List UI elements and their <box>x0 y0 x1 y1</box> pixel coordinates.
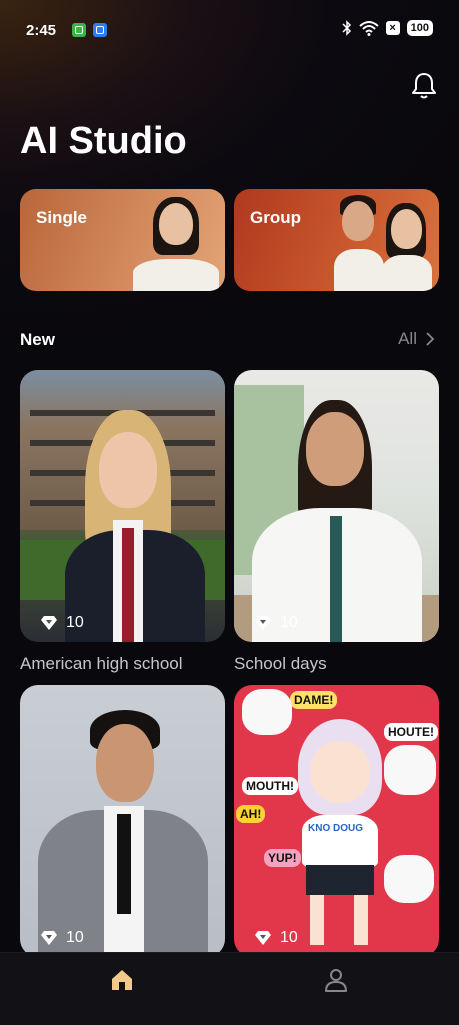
wifi-icon <box>358 21 379 36</box>
credit-count: 10 <box>280 929 298 946</box>
sticker-text: AH! <box>236 805 266 823</box>
status-bar: 2:45 × 100 <box>0 0 459 60</box>
card-caption: School days <box>234 654 327 673</box>
cat-sticker <box>242 689 292 735</box>
credit-badge: 10 <box>40 929 84 947</box>
template-card[interactable]: DAME! HOUTE! AH! MOUTH! YUP! KNO DOUG 10 <box>234 685 439 957</box>
card-caption: American high school <box>20 654 183 673</box>
home-icon[interactable] <box>109 967 135 993</box>
portrait-image <box>334 191 439 291</box>
character-image: KNO DOUG <box>292 719 388 949</box>
battery-icon: 100 <box>406 20 433 36</box>
diamond-icon <box>41 616 57 630</box>
chevron-right-icon <box>426 332 435 346</box>
template-card[interactable]: 10 <box>234 370 439 642</box>
page-title: AI Studio <box>20 120 187 162</box>
app-notification-icon <box>72 23 86 37</box>
see-all-link[interactable]: All <box>398 329 435 349</box>
template-card[interactable]: 10 <box>20 370 225 642</box>
status-icons: × 100 <box>342 20 433 36</box>
category-group-card[interactable]: Group <box>234 189 439 291</box>
credit-count: 10 <box>66 929 84 946</box>
x-icon: × <box>385 21 400 35</box>
bell-icon[interactable] <box>409 70 439 100</box>
template-card[interactable]: 10 <box>20 685 225 957</box>
app-notification-icon <box>93 23 107 37</box>
category-label: Group <box>250 208 301 227</box>
shirt-text: KNO DOUG <box>308 823 363 834</box>
sticker-text: MOUTH! <box>242 777 298 795</box>
bluetooth-icon <box>342 20 351 36</box>
credit-count: 10 <box>66 614 84 631</box>
category-label: Single <box>36 208 88 227</box>
diamond-icon <box>255 616 271 630</box>
category-single-card[interactable]: Single <box>20 189 225 291</box>
portrait-image <box>252 400 422 642</box>
section-title-new: New <box>20 330 55 349</box>
sticker-text: DAME! <box>290 691 338 709</box>
credit-count: 10 <box>280 614 298 631</box>
cat-sticker <box>384 745 436 795</box>
portrait-image <box>125 191 225 291</box>
bottom-nav <box>0 952 459 1025</box>
see-all-label: All <box>398 329 417 348</box>
credit-badge: 10 <box>254 614 298 632</box>
diamond-icon <box>41 931 57 945</box>
sticker-text: HOUTE! <box>384 723 438 741</box>
cat-sticker <box>384 855 434 903</box>
status-time: 2:45 <box>26 22 57 39</box>
credit-badge: 10 <box>254 929 298 947</box>
profile-icon[interactable] <box>323 967 349 993</box>
credit-badge: 10 <box>40 614 84 632</box>
portrait-image <box>65 410 205 642</box>
diamond-icon <box>255 931 271 945</box>
portrait-image <box>38 710 208 957</box>
